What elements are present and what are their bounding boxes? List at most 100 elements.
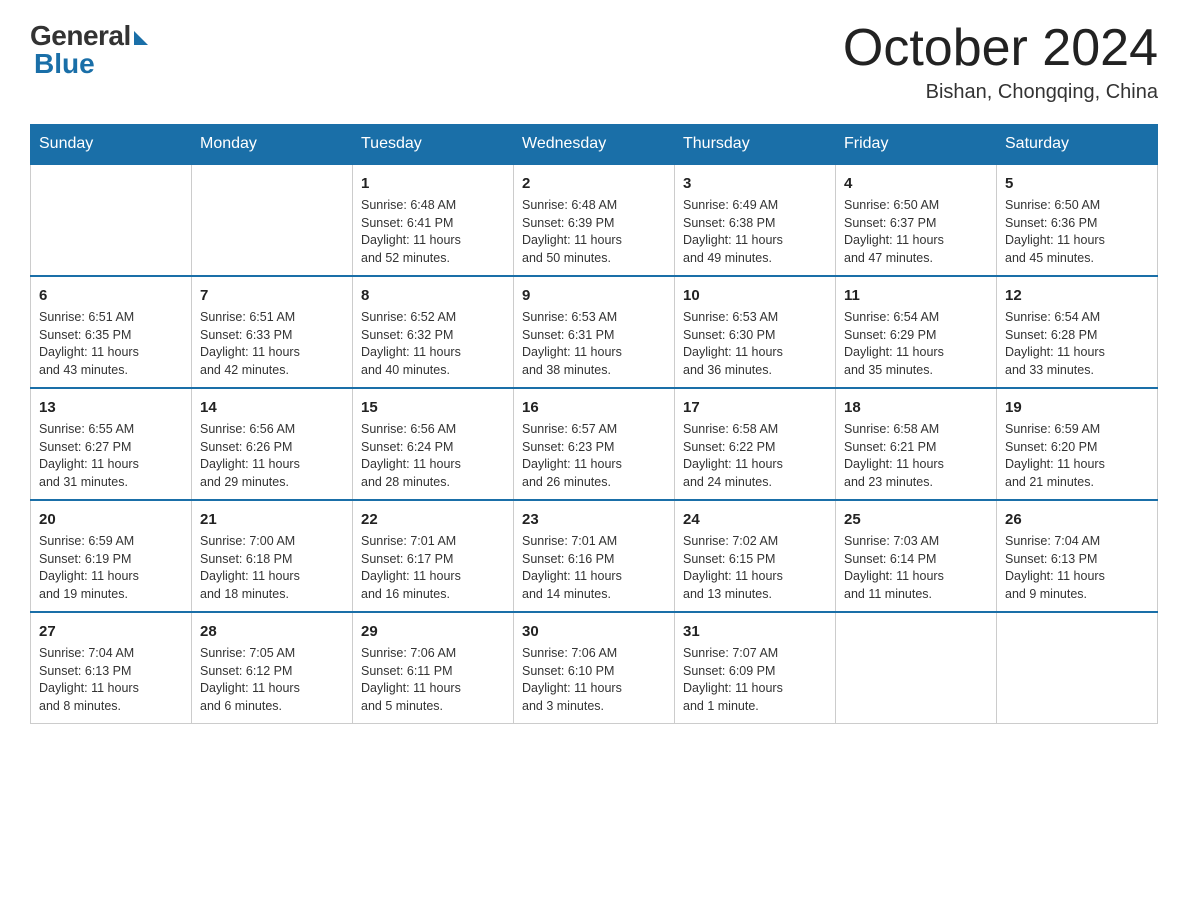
calendar-cell: 27 Sunrise: 7:04 AM Sunset: 6:13 PM Dayli… bbox=[31, 612, 192, 724]
calendar-header: SundayMondayTuesdayWednesdayThursdayFrid… bbox=[31, 125, 1158, 165]
calendar-cell: 24 Sunrise: 7:02 AM Sunset: 6:15 PM Dayli… bbox=[675, 500, 836, 612]
day-info: Sunrise: 6:56 AM Sunset: 6:26 PM Dayligh… bbox=[200, 421, 344, 491]
day-number: 27 bbox=[39, 621, 183, 642]
day-number: 22 bbox=[361, 509, 505, 530]
calendar-table: SundayMondayTuesdayWednesdayThursdayFrid… bbox=[30, 124, 1158, 724]
day-info: Sunrise: 6:58 AM Sunset: 6:21 PM Dayligh… bbox=[844, 421, 988, 491]
logo: General Blue bbox=[30, 20, 148, 80]
day-info: Sunrise: 6:50 AM Sunset: 6:37 PM Dayligh… bbox=[844, 197, 988, 267]
day-info: Sunrise: 7:04 AM Sunset: 6:13 PM Dayligh… bbox=[39, 645, 183, 715]
calendar-cell: 28 Sunrise: 7:05 AM Sunset: 6:12 PM Dayli… bbox=[192, 612, 353, 724]
month-title: October 2024 bbox=[843, 20, 1158, 77]
day-info: Sunrise: 7:01 AM Sunset: 6:16 PM Dayligh… bbox=[522, 533, 666, 603]
col-header-friday: Friday bbox=[836, 125, 997, 165]
day-number: 12 bbox=[1005, 285, 1149, 306]
day-info: Sunrise: 7:05 AM Sunset: 6:12 PM Dayligh… bbox=[200, 645, 344, 715]
day-number: 5 bbox=[1005, 173, 1149, 194]
day-info: Sunrise: 6:48 AM Sunset: 6:41 PM Dayligh… bbox=[361, 197, 505, 267]
calendar-cell: 15Sunrise: 6:56 AM Sunset: 6:24 PM Dayli… bbox=[353, 388, 514, 500]
day-number: 8 bbox=[361, 285, 505, 306]
day-info: Sunrise: 7:02 AM Sunset: 6:15 PM Dayligh… bbox=[683, 533, 827, 603]
calendar-cell: 4 Sunrise: 6:50 AM Sunset: 6:37 PM Daylig… bbox=[836, 164, 997, 276]
logo-blue-text: Blue bbox=[30, 48, 95, 80]
calendar-cell bbox=[997, 612, 1158, 724]
day-number: 1 bbox=[361, 173, 505, 194]
day-info: Sunrise: 6:54 AM Sunset: 6:29 PM Dayligh… bbox=[844, 309, 988, 379]
day-number: 18 bbox=[844, 397, 988, 418]
col-header-tuesday: Tuesday bbox=[353, 125, 514, 165]
calendar-cell: 3 Sunrise: 6:49 AM Sunset: 6:38 PM Daylig… bbox=[675, 164, 836, 276]
day-info: Sunrise: 6:51 AM Sunset: 6:33 PM Dayligh… bbox=[200, 309, 344, 379]
location-text: Bishan, Chongqing, China bbox=[843, 81, 1158, 104]
calendar-cell: 30 Sunrise: 7:06 AM Sunset: 6:10 PM Dayli… bbox=[514, 612, 675, 724]
calendar-week-1: 1 Sunrise: 6:48 AM Sunset: 6:41 PM Daylig… bbox=[31, 164, 1158, 276]
day-number: 28 bbox=[200, 621, 344, 642]
calendar-cell: 19Sunrise: 6:59 AM Sunset: 6:20 PM Dayli… bbox=[997, 388, 1158, 500]
calendar-cell: 10 Sunrise: 6:53 AM Sunset: 6:30 PM Dayli… bbox=[675, 276, 836, 388]
calendar-cell bbox=[192, 164, 353, 276]
calendar-cell bbox=[836, 612, 997, 724]
header-row: SundayMondayTuesdayWednesdayThursdayFrid… bbox=[31, 125, 1158, 165]
day-number: 3 bbox=[683, 173, 827, 194]
calendar-cell: 9Sunrise: 6:53 AM Sunset: 6:31 PM Daylig… bbox=[514, 276, 675, 388]
day-info: Sunrise: 7:03 AM Sunset: 6:14 PM Dayligh… bbox=[844, 533, 988, 603]
day-info: Sunrise: 6:48 AM Sunset: 6:39 PM Dayligh… bbox=[522, 197, 666, 267]
calendar-cell: 14 Sunrise: 6:56 AM Sunset: 6:26 PM Dayli… bbox=[192, 388, 353, 500]
day-info: Sunrise: 6:58 AM Sunset: 6:22 PM Dayligh… bbox=[683, 421, 827, 491]
day-info: Sunrise: 6:49 AM Sunset: 6:38 PM Dayligh… bbox=[683, 197, 827, 267]
col-header-sunday: Sunday bbox=[31, 125, 192, 165]
day-info: Sunrise: 6:50 AM Sunset: 6:36 PM Dayligh… bbox=[1005, 197, 1149, 267]
calendar-cell bbox=[31, 164, 192, 276]
col-header-thursday: Thursday bbox=[675, 125, 836, 165]
day-number: 16 bbox=[522, 397, 666, 418]
day-number: 31 bbox=[683, 621, 827, 642]
day-info: Sunrise: 6:52 AM Sunset: 6:32 PM Dayligh… bbox=[361, 309, 505, 379]
calendar-cell: 1 Sunrise: 6:48 AM Sunset: 6:41 PM Daylig… bbox=[353, 164, 514, 276]
day-info: Sunrise: 6:57 AM Sunset: 6:23 PM Dayligh… bbox=[522, 421, 666, 491]
day-info: Sunrise: 7:01 AM Sunset: 6:17 PM Dayligh… bbox=[361, 533, 505, 603]
day-info: Sunrise: 6:55 AM Sunset: 6:27 PM Dayligh… bbox=[39, 421, 183, 491]
day-number: 2 bbox=[522, 173, 666, 194]
day-number: 25 bbox=[844, 509, 988, 530]
calendar-cell: 21Sunrise: 7:00 AM Sunset: 6:18 PM Dayli… bbox=[192, 500, 353, 612]
calendar-cell: 31 Sunrise: 7:07 AM Sunset: 6:09 PM Dayli… bbox=[675, 612, 836, 724]
day-info: Sunrise: 7:07 AM Sunset: 6:09 PM Dayligh… bbox=[683, 645, 827, 715]
calendar-cell: 23 Sunrise: 7:01 AM Sunset: 6:16 PM Dayli… bbox=[514, 500, 675, 612]
calendar-body: 1 Sunrise: 6:48 AM Sunset: 6:41 PM Daylig… bbox=[31, 164, 1158, 724]
calendar-cell: 12 Sunrise: 6:54 AM Sunset: 6:28 PM Dayli… bbox=[997, 276, 1158, 388]
day-number: 10 bbox=[683, 285, 827, 306]
day-number: 6 bbox=[39, 285, 183, 306]
day-number: 30 bbox=[522, 621, 666, 642]
day-info: Sunrise: 6:53 AM Sunset: 6:30 PM Dayligh… bbox=[683, 309, 827, 379]
calendar-cell: 25 Sunrise: 7:03 AM Sunset: 6:14 PM Dayli… bbox=[836, 500, 997, 612]
day-info: Sunrise: 7:06 AM Sunset: 6:11 PM Dayligh… bbox=[361, 645, 505, 715]
day-number: 24 bbox=[683, 509, 827, 530]
day-number: 23 bbox=[522, 509, 666, 530]
col-header-wednesday: Wednesday bbox=[514, 125, 675, 165]
day-number: 7 bbox=[200, 285, 344, 306]
day-number: 20 bbox=[39, 509, 183, 530]
day-info: Sunrise: 7:04 AM Sunset: 6:13 PM Dayligh… bbox=[1005, 533, 1149, 603]
calendar-cell: 18 Sunrise: 6:58 AM Sunset: 6:21 PM Dayli… bbox=[836, 388, 997, 500]
calendar-cell: 26Sunrise: 7:04 AM Sunset: 6:13 PM Dayli… bbox=[997, 500, 1158, 612]
calendar-cell: 22 Sunrise: 7:01 AM Sunset: 6:17 PM Dayli… bbox=[353, 500, 514, 612]
title-section: October 2024 Bishan, Chongqing, China bbox=[843, 20, 1158, 104]
col-header-saturday: Saturday bbox=[997, 125, 1158, 165]
calendar-cell: 8 Sunrise: 6:52 AM Sunset: 6:32 PM Daylig… bbox=[353, 276, 514, 388]
day-number: 17 bbox=[683, 397, 827, 418]
day-info: Sunrise: 7:00 AM Sunset: 6:18 PM Dayligh… bbox=[200, 533, 344, 603]
col-header-monday: Monday bbox=[192, 125, 353, 165]
day-info: Sunrise: 6:51 AM Sunset: 6:35 PM Dayligh… bbox=[39, 309, 183, 379]
calendar-cell: 2 Sunrise: 6:48 AM Sunset: 6:39 PM Daylig… bbox=[514, 164, 675, 276]
day-info: Sunrise: 6:53 AM Sunset: 6:31 PM Dayligh… bbox=[522, 309, 666, 379]
page-header: General Blue October 2024 Bishan, Chongq… bbox=[30, 20, 1158, 104]
day-info: Sunrise: 6:54 AM Sunset: 6:28 PM Dayligh… bbox=[1005, 309, 1149, 379]
calendar-cell: 13Sunrise: 6:55 AM Sunset: 6:27 PM Dayli… bbox=[31, 388, 192, 500]
day-number: 14 bbox=[200, 397, 344, 418]
day-info: Sunrise: 7:06 AM Sunset: 6:10 PM Dayligh… bbox=[522, 645, 666, 715]
day-number: 11 bbox=[844, 285, 988, 306]
calendar-week-3: 13Sunrise: 6:55 AM Sunset: 6:27 PM Dayli… bbox=[31, 388, 1158, 500]
day-number: 4 bbox=[844, 173, 988, 194]
calendar-cell: 29Sunrise: 7:06 AM Sunset: 6:11 PM Dayli… bbox=[353, 612, 514, 724]
day-number: 19 bbox=[1005, 397, 1149, 418]
